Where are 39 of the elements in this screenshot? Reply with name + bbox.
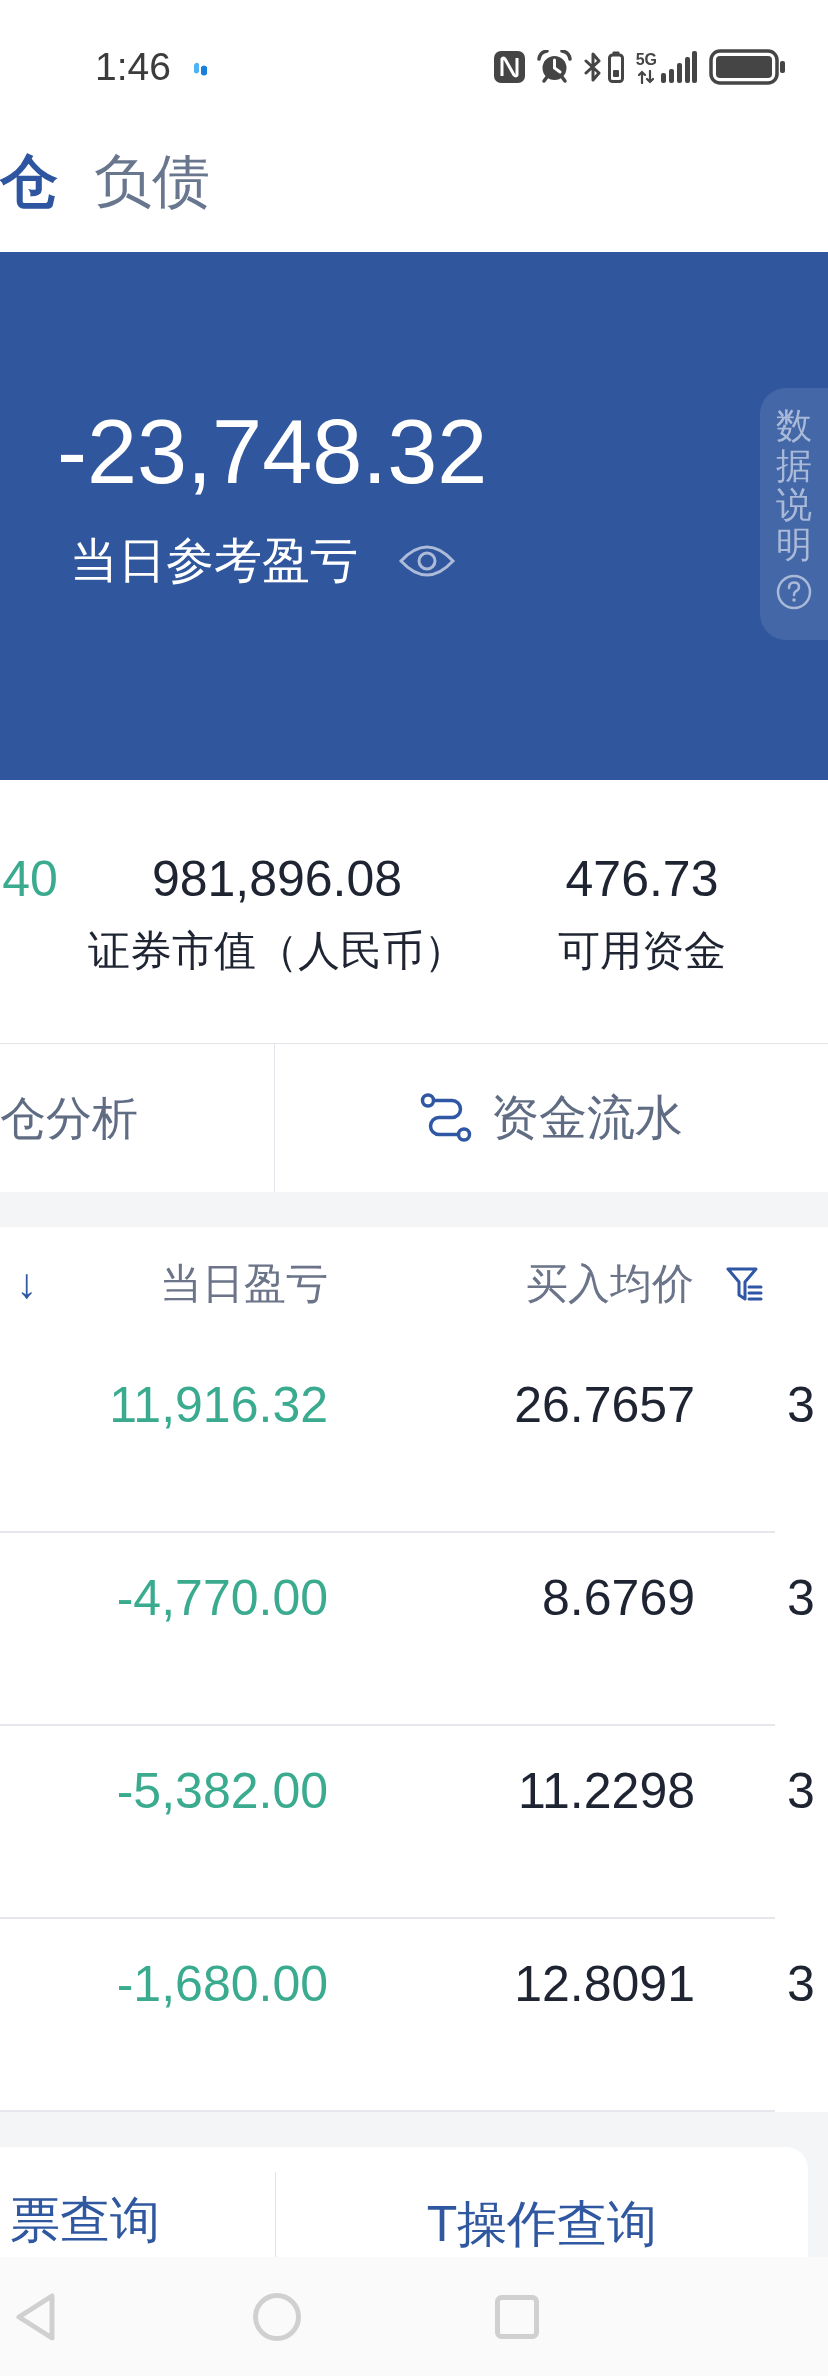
tab[interactable]: 负债 <box>94 148 210 214</box>
bluetooth-icon <box>583 51 602 83</box>
stat-value: 981,896.08 <box>151 850 403 909</box>
nfc-icon <box>493 51 525 83</box>
status-time: 1:46 <box>95 45 171 89</box>
daily-pnl-label: 当日参考盈亏 <box>70 533 358 589</box>
price-cell-text: 8.6769 <box>542 1569 695 1628</box>
column-header: 当日盈亏 <box>160 1258 328 1309</box>
pnl-cell-text: -5,382.00 <box>116 1762 328 1821</box>
alarm-clock-icon <box>536 50 572 84</box>
pnl-cell-text: -4,770.00 <box>116 1569 328 1628</box>
table-cell: 3 <box>787 1956 815 2012</box>
device-battery-icon <box>607 51 624 83</box>
price-cell-text: 12.8091 <box>514 1955 695 2014</box>
data-arrows-icon <box>638 69 655 84</box>
pnl-cell-text: 11,916.32 <box>109 1376 328 1435</box>
network-type-label: 5G <box>635 50 657 68</box>
route-icon <box>420 1093 472 1143</box>
home-icon[interactable] <box>253 2292 301 2341</box>
stat-label: 证券市值（人民币） <box>88 926 466 976</box>
daily-pnl-value: -23,748.32 <box>57 402 489 502</box>
column-header: 买入均价 <box>526 1258 694 1309</box>
stat-value: 40 <box>2 850 58 909</box>
table-cell: 3 <box>787 1377 815 1433</box>
recents-icon[interactable] <box>495 2294 539 2339</box>
sort-header[interactable]: ↓ <box>16 1258 37 1309</box>
back-icon[interactable] <box>15 2291 57 2342</box>
battery-icon <box>709 49 785 85</box>
help-icon <box>776 574 812 611</box>
stat-label: 可用资金 <box>558 926 726 976</box>
table-cell: 3 <box>787 1570 815 1626</box>
table-cell: 3 <box>787 1763 815 1819</box>
pnl-cell-text: -1,680.00 <box>116 1955 328 2014</box>
stat-value: 476.73 <box>565 850 719 909</box>
price-cell-text: 11.2298 <box>517 1762 695 1821</box>
signal-bars-icon <box>661 51 697 83</box>
shortcut-button[interactable]: 资金流水 <box>275 1044 828 1192</box>
price-cell-text: 26.7657 <box>514 1376 695 1435</box>
query-button[interactable]: 票查询 <box>0 2147 275 2250</box>
